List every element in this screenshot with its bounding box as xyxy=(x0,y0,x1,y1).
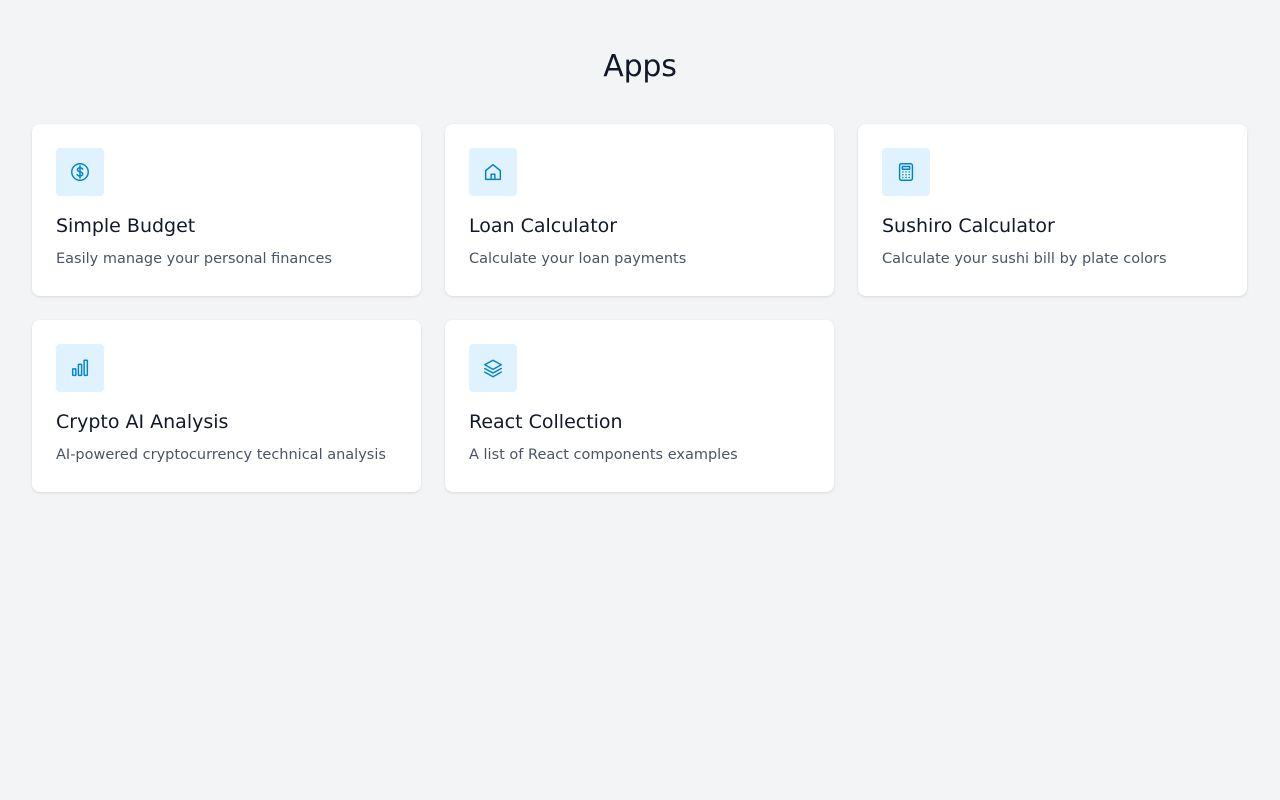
app-card-title: Simple Budget xyxy=(56,215,196,237)
app-card-react-collection[interactable]: React Collection A list of React compone… xyxy=(445,320,834,492)
home-icon xyxy=(469,148,517,196)
calculator-icon xyxy=(882,148,930,196)
app-card-description: Calculate your sushi bill by plate color… xyxy=(882,251,1167,267)
apps-grid: Simple Budget Easily manage your persona… xyxy=(32,124,1248,492)
app-card-description: AI-powered cryptocurrency technical anal… xyxy=(56,447,386,463)
app-card-title: Loan Calculator xyxy=(469,215,618,237)
bar-chart-icon xyxy=(56,344,104,392)
app-card-crypto-ai-analysis[interactable]: Crypto AI Analysis AI-powered cryptocurr… xyxy=(32,320,421,492)
app-card-sushiro-calculator[interactable]: Sushiro Calculator Calculate your sushi … xyxy=(858,124,1247,296)
app-card-title: Sushiro Calculator xyxy=(882,215,1055,237)
app-card-simple-budget[interactable]: Simple Budget Easily manage your persona… xyxy=(32,124,421,296)
app-card-title: React Collection xyxy=(469,411,623,433)
app-card-description: Easily manage your personal finances xyxy=(56,251,332,267)
app-card-title: Crypto AI Analysis xyxy=(56,411,229,433)
app-card-description: Calculate your loan payments xyxy=(469,251,687,267)
layers-icon xyxy=(469,344,517,392)
app-card-description: A list of React components examples xyxy=(469,447,738,463)
page-title: Apps xyxy=(603,49,677,84)
dollar-circle-icon xyxy=(56,148,104,196)
app-card-loan-calculator[interactable]: Loan Calculator Calculate your loan paym… xyxy=(445,124,834,296)
